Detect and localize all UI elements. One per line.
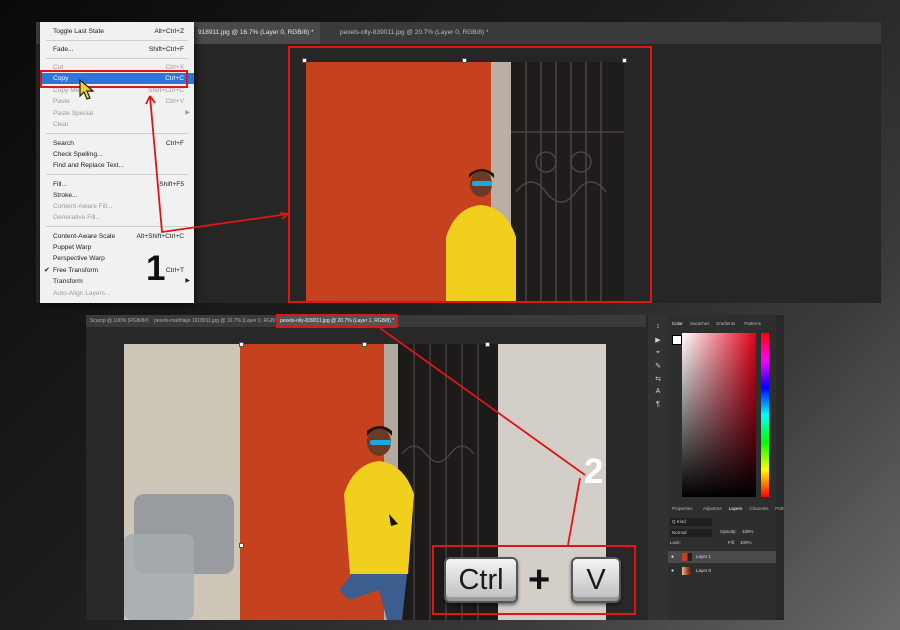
step-number-1: 1 xyxy=(146,249,166,288)
arrow-line-step2 xyxy=(379,327,586,476)
arrow-head xyxy=(279,212,289,220)
annotation-arrows xyxy=(145,95,586,546)
plus-sign: + xyxy=(528,559,551,601)
ctrl-key: Ctrl xyxy=(444,557,518,603)
arrow-line-step2b xyxy=(567,477,581,546)
step-number-2: 2 xyxy=(584,452,604,491)
arrow-line-step1 xyxy=(149,95,289,234)
v-key: V xyxy=(571,557,621,603)
